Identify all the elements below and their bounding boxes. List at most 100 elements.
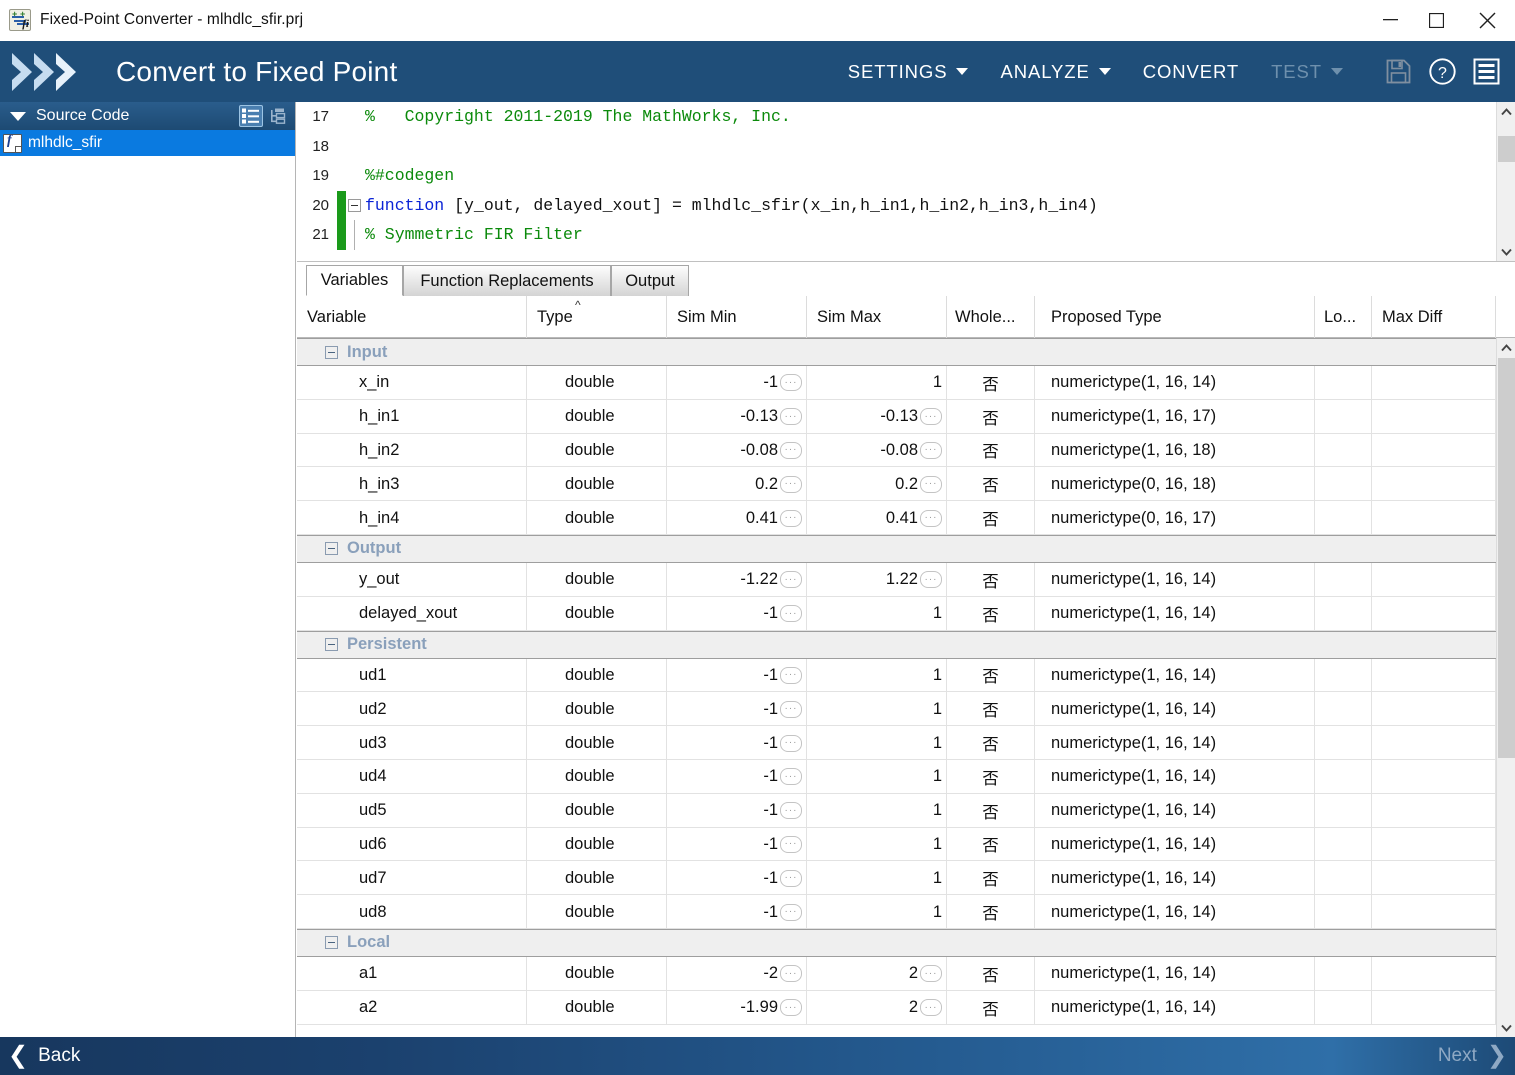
table-row[interactable]: ud6 double -1 ··· 1 否 numerictype(1, 16, 14): [297, 827, 1496, 862]
save-icon[interactable]: [1383, 57, 1413, 87]
group-collapse-icon[interactable]: [325, 638, 338, 652]
value-details-icon[interactable]: ···: [780, 700, 802, 718]
table-cell-lo: [1315, 827, 1372, 862]
value-details-icon[interactable]: ···: [920, 441, 942, 459]
tab-output[interactable]: Output: [611, 265, 689, 296]
code-fold-toggle-icon[interactable]: [348, 198, 361, 212]
table-group-row-input[interactable]: Input: [297, 338, 1496, 366]
menu-analyze[interactable]: ANALYZE: [984, 53, 1126, 91]
group-collapse-icon[interactable]: [325, 542, 338, 556]
back-button[interactable]: ❮ Back: [0, 1044, 80, 1068]
maximize-button[interactable]: [1413, 0, 1459, 41]
column-header-variable[interactable]: Variable: [297, 296, 527, 338]
value-details-icon[interactable]: ···: [780, 475, 802, 493]
value-details-icon[interactable]: ···: [920, 999, 942, 1017]
close-button[interactable]: [1459, 0, 1515, 41]
value-details-icon[interactable]: ···: [780, 734, 802, 752]
table-group-row-persistent[interactable]: Persistent: [297, 630, 1496, 659]
table-row[interactable]: ud7 double -1 ··· 1 否 numerictype(1, 16, 14): [297, 861, 1496, 896]
table-cell-sim-max: 1: [807, 759, 947, 794]
cell-text: -1: [763, 767, 778, 786]
help-icon[interactable]: ?: [1427, 57, 1457, 87]
value-details-icon[interactable]: ···: [780, 802, 802, 820]
table-row[interactable]: ud2 double -1 ··· 1 否 numerictype(1, 16, 14): [297, 692, 1496, 727]
editor-scrollbar[interactable]: [1496, 102, 1515, 261]
value-details-icon[interactable]: ···: [920, 509, 942, 527]
table-row[interactable]: h_in4 double 0.41 ··· 0.41 ··· 否 numerictype(0,…: [297, 501, 1496, 535]
column-header-proposed-type[interactable]: Proposed Type: [1035, 296, 1315, 338]
table-row[interactable]: h_in1 double -0.13 ··· -0.13 ··· 否 numerictype(…: [297, 399, 1496, 434]
scroll-up-icon[interactable]: [1497, 338, 1515, 357]
value-details-icon[interactable]: ···: [920, 571, 942, 589]
table-row[interactable]: y_out double -1.22 ··· 1.22 ··· 否 numerictype(1…: [297, 562, 1496, 597]
value-details-icon[interactable]: ···: [780, 441, 802, 459]
value-details-icon[interactable]: ···: [780, 768, 802, 786]
table-row[interactable]: x_in double -1 ··· 1 否 numerictype(1, 16, 14): [297, 366, 1496, 400]
column-header-whole-number[interactable]: Whole...: [947, 296, 1035, 338]
value-details-icon[interactable]: ···: [780, 903, 802, 921]
value-details-icon[interactable]: ···: [780, 835, 802, 853]
value-details-icon[interactable]: ···: [920, 965, 942, 983]
table-group-row-local[interactable]: Local: [297, 928, 1496, 957]
scroll-down-icon[interactable]: [1497, 1018, 1515, 1037]
list-view-icon[interactable]: [239, 105, 263, 127]
table-cell-sim-max: 2 ···: [807, 990, 947, 1025]
source-file-item-mlhdlc_sfir[interactable]: mlhdlc_sfir: [0, 130, 295, 156]
table-row[interactable]: delayed_xout double -1 ··· 1 否 numerictype(1, …: [297, 596, 1496, 631]
menu-settings[interactable]: SETTINGS: [832, 53, 985, 91]
table-group-row-output[interactable]: Output: [297, 534, 1496, 563]
table-row[interactable]: ud4 double -1 ··· 1 否 numerictype(1, 16, 14): [297, 759, 1496, 794]
table-cell-sim-min: -1 ···: [667, 692, 807, 727]
minimize-button[interactable]: [1367, 0, 1413, 41]
column-header-sim-max[interactable]: Sim Max: [807, 296, 947, 338]
code-line: 19 %#codegen: [297, 161, 1481, 191]
value-details-icon[interactable]: ···: [780, 869, 802, 887]
table-scrollbar[interactable]: [1496, 338, 1515, 1037]
code-editor[interactable]: 17 % Copyright 2011-2019 The MathWorks, …: [297, 102, 1515, 262]
cell-text: 否: [982, 409, 999, 428]
value-details-icon[interactable]: ···: [780, 999, 802, 1017]
value-details-icon[interactable]: ···: [780, 509, 802, 527]
cell-text: 1: [932, 373, 942, 392]
table-row[interactable]: ud1 double -1 ··· 1 否 numerictype(1, 16, 14): [297, 658, 1496, 693]
value-details-icon[interactable]: ···: [780, 666, 802, 684]
menu-convert[interactable]: CONVERT: [1127, 53, 1255, 91]
table-row[interactable]: h_in2 double -0.08 ··· -0.08 ··· 否 numerictype(…: [297, 433, 1496, 468]
table-row[interactable]: ud3 double -1 ··· 1 否 numerictype(1, 16, 14): [297, 726, 1496, 760]
table-row[interactable]: ud8 double -1 ··· 1 否 numerictype(1, 16, 14): [297, 895, 1496, 929]
table-row[interactable]: h_in3 double 0.2 ··· 0.2 ··· 否 numerictype(0, 1…: [297, 467, 1496, 502]
cell-text: a2: [359, 998, 378, 1017]
group-collapse-icon[interactable]: [325, 936, 338, 950]
collapse-triangle-icon[interactable]: [10, 111, 26, 121]
value-details-icon[interactable]: ···: [780, 571, 802, 589]
column-header-sim-min[interactable]: Sim Min: [667, 296, 807, 338]
column-header-type[interactable]: ^ Type: [527, 296, 667, 338]
cell-text: 1: [932, 604, 942, 623]
next-button[interactable]: Next ❯: [1438, 1044, 1515, 1068]
cell-text: -1: [763, 801, 778, 820]
column-header-log[interactable]: Lo...: [1315, 296, 1372, 338]
tab-variables[interactable]: Variables: [306, 265, 403, 296]
group-collapse-icon[interactable]: [325, 345, 338, 359]
value-details-icon[interactable]: ···: [780, 965, 802, 983]
table-cell-sim-max: 1: [807, 366, 947, 400]
value-details-icon[interactable]: ···: [920, 475, 942, 493]
tab-function-replacements[interactable]: Function Replacements: [403, 265, 611, 296]
table-row[interactable]: a2 double -1.99 ··· 2 ··· 否 numerictype(1, 16, …: [297, 990, 1496, 1025]
value-details-icon[interactable]: ···: [920, 408, 942, 426]
value-details-icon[interactable]: ···: [780, 408, 802, 426]
column-header-max-diff[interactable]: Max Diff: [1372, 296, 1496, 338]
value-details-icon[interactable]: ···: [780, 374, 802, 392]
menu-icon[interactable]: [1471, 57, 1501, 87]
scroll-up-icon[interactable]: [1497, 102, 1515, 121]
cell-text: 否: [982, 375, 999, 394]
menu-test[interactable]: TEST: [1255, 53, 1359, 91]
value-details-icon[interactable]: ···: [780, 605, 802, 623]
scroll-down-icon[interactable]: [1497, 242, 1515, 261]
tree-view-icon[interactable]: [266, 105, 290, 127]
cell-text: ud5: [359, 801, 387, 820]
table-row[interactable]: a1 double -2 ··· 2 ··· 否 numerictype(1, 16, 14): [297, 956, 1496, 991]
table-scrollbar-thumb[interactable]: [1498, 358, 1515, 758]
editor-scrollbar-thumb[interactable]: [1498, 136, 1515, 162]
table-row[interactable]: ud5 double -1 ··· 1 否 numerictype(1, 16, 14): [297, 793, 1496, 828]
